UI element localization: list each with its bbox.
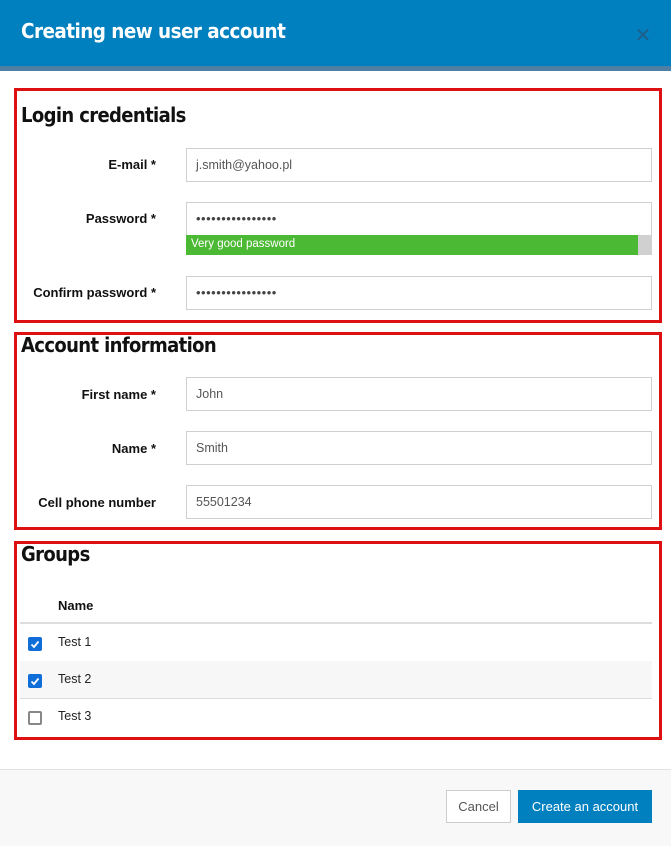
confirm-password-label: Confirm password * bbox=[33, 285, 156, 300]
phone-field[interactable]: 55501234 bbox=[186, 485, 652, 519]
dialog-header: Creating new user account ✕ bbox=[0, 0, 671, 66]
group-name: Test 2 bbox=[58, 672, 92, 686]
email-label: E-mail * bbox=[108, 157, 156, 172]
groups-column-header: Name bbox=[58, 598, 94, 613]
phone-label: Cell phone number bbox=[38, 495, 156, 510]
checkbox-unchecked[interactable] bbox=[28, 711, 42, 725]
first-name-field[interactable]: John bbox=[186, 377, 652, 411]
section-title: Groups bbox=[21, 542, 90, 566]
password-label: Password * bbox=[85, 211, 156, 226]
checkmark-icon bbox=[30, 640, 40, 649]
password-strength-text: Very good password bbox=[191, 238, 296, 250]
section-title: Login credentials bbox=[21, 103, 186, 127]
group-name: Test 1 bbox=[58, 635, 92, 649]
group-row[interactable]: Test 3 bbox=[20, 698, 652, 735]
create-account-button[interactable]: Create an account bbox=[518, 790, 652, 823]
password-strength-meter: Very good password bbox=[186, 235, 652, 255]
header-divider bbox=[0, 66, 671, 71]
checkbox-checked[interactable] bbox=[28, 674, 42, 688]
name-label: Name * bbox=[111, 441, 156, 456]
checkmark-icon bbox=[30, 677, 40, 686]
checkbox-checked[interactable] bbox=[28, 637, 42, 651]
group-row[interactable]: Test 2 bbox=[20, 661, 652, 698]
close-icon[interactable]: ✕ bbox=[633, 24, 653, 46]
email-field[interactable]: j.smith@yahoo.pl bbox=[186, 148, 652, 182]
password-field[interactable]: •••••••••••••••• bbox=[186, 202, 652, 236]
cancel-button[interactable]: Cancel bbox=[446, 790, 511, 823]
section-title: Account information bbox=[21, 333, 217, 357]
confirm-password-field[interactable]: •••••••••••••••• bbox=[186, 276, 652, 310]
first-name-label: First name * bbox=[81, 387, 156, 402]
name-field[interactable]: Smith bbox=[186, 431, 652, 465]
dialog-title: Creating new user account bbox=[21, 19, 286, 43]
group-row[interactable]: Test 1 bbox=[20, 624, 652, 661]
group-name: Test 3 bbox=[58, 709, 92, 723]
